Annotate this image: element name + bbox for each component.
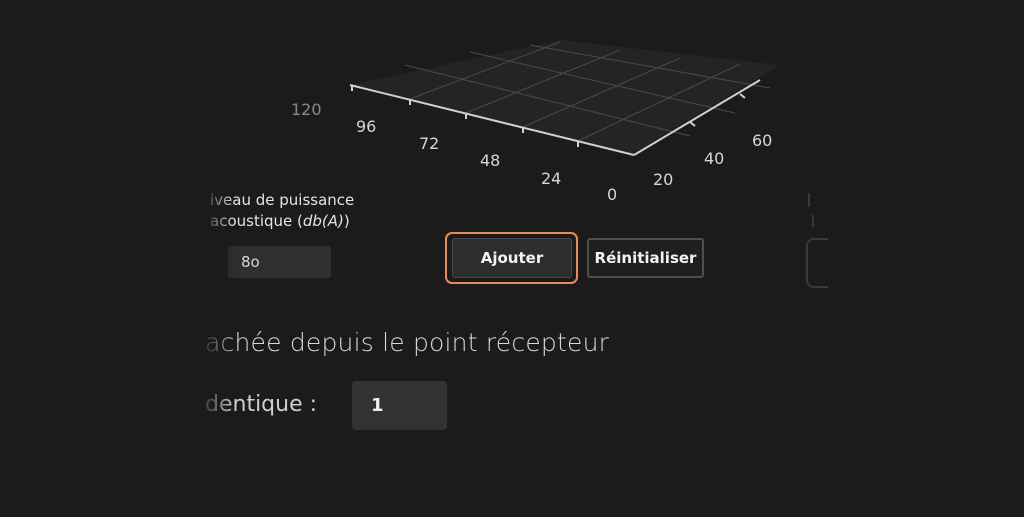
sound-power-label-line1: iveau de puissance xyxy=(210,191,355,209)
front-tick-label: 96 xyxy=(356,117,376,136)
front-tick-label: 72 xyxy=(419,134,439,153)
reset-button[interactable]: Réinitialiser xyxy=(587,238,704,278)
offscreen-control-fragment xyxy=(808,193,818,207)
tick-mark xyxy=(689,121,696,127)
front-tick-label: 48 xyxy=(480,151,500,170)
section-heading: achée depuis le point récepteur xyxy=(205,328,610,357)
offscreen-button-fragment[interactable] xyxy=(806,238,828,288)
side-tick-label: 20 xyxy=(653,170,673,189)
identique-count-input[interactable]: 1 xyxy=(352,381,447,430)
front-tick-label: 120 xyxy=(291,100,322,119)
sound-power-label: iveau de puissance acoustique (db(A)) xyxy=(210,190,354,232)
sound-power-label-suffix: ) xyxy=(343,212,350,230)
add-button[interactable]: Ajouter xyxy=(452,238,572,278)
front-tick-label: 24 xyxy=(541,169,561,188)
tick-mark xyxy=(739,93,746,99)
side-tick-label: 60 xyxy=(752,131,772,150)
identique-label: dentique : xyxy=(205,392,318,417)
offscreen-control-fragment xyxy=(812,215,820,227)
front-tick-label: 0 xyxy=(607,185,617,204)
side-tick-label: 40 xyxy=(704,149,724,168)
sound-power-label-prefix: acoustique ( xyxy=(210,212,303,230)
sound-power-label-line2: acoustique (db(A)) xyxy=(210,211,354,232)
sound-power-unit: db(A) xyxy=(302,212,344,230)
sound-power-input[interactable]: 8o xyxy=(228,246,331,278)
